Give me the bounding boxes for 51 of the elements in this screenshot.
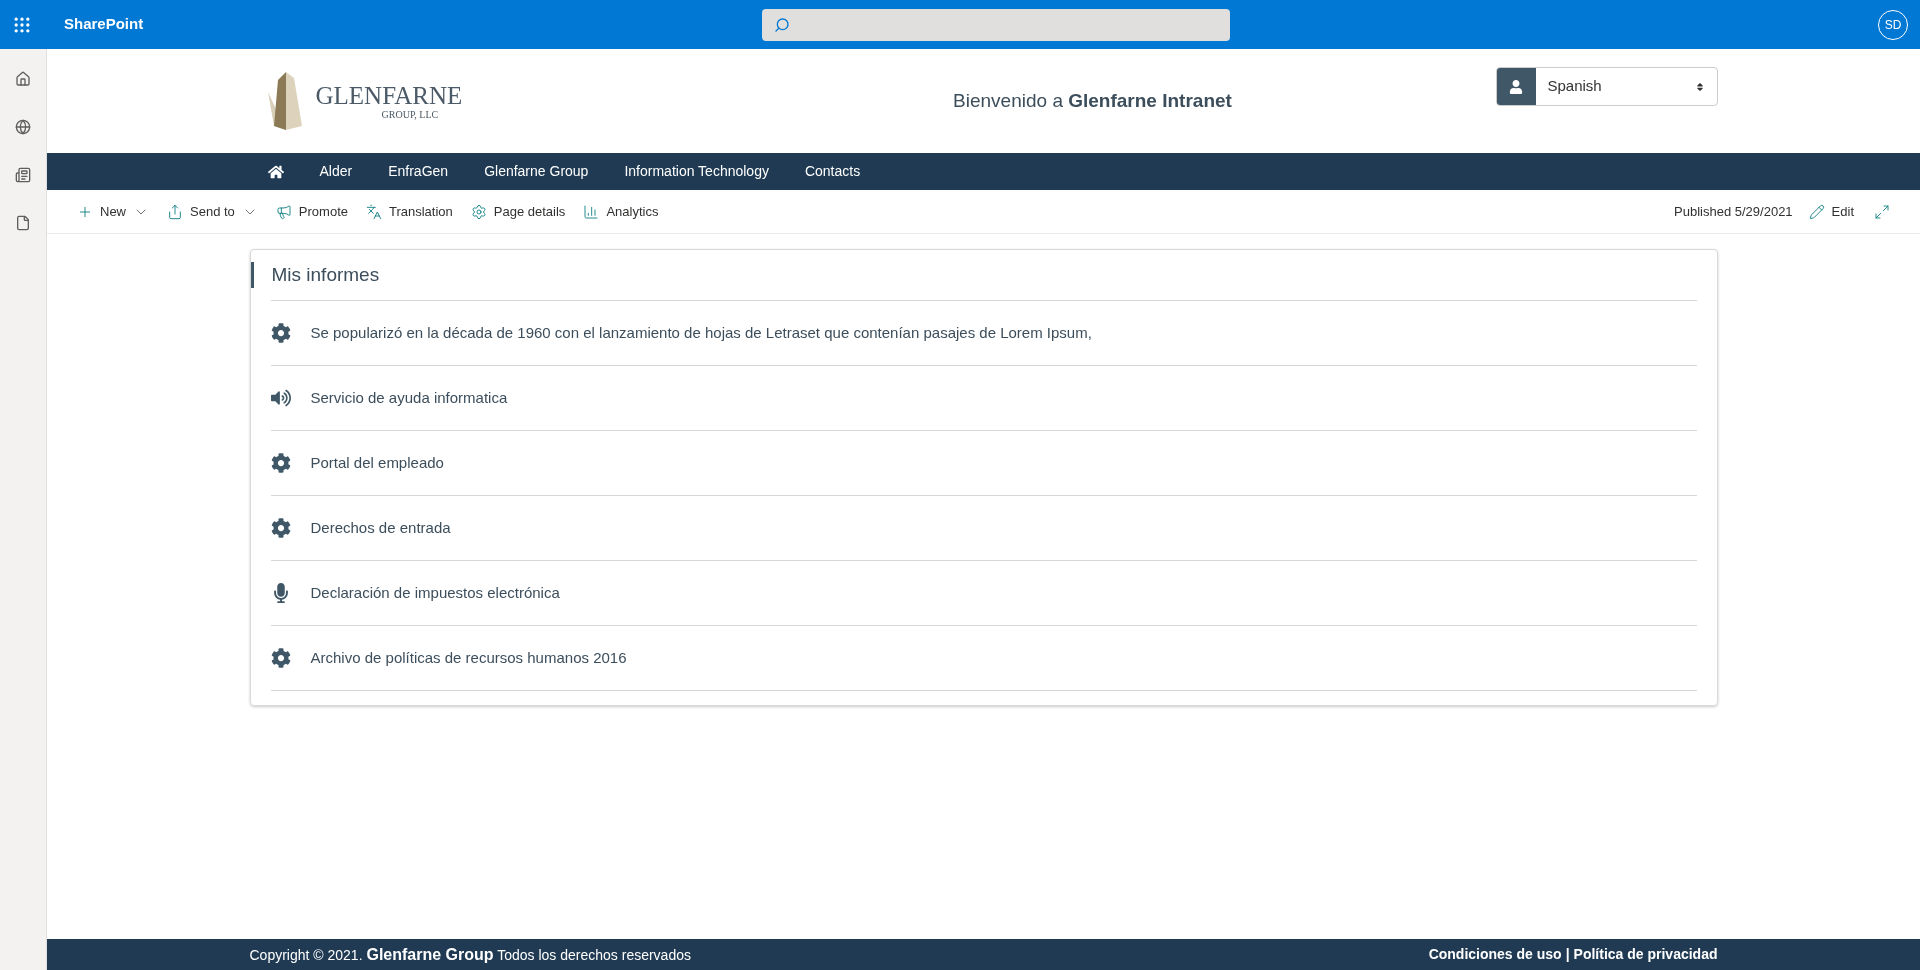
- gear-icon: [470, 203, 487, 220]
- chart-icon: [583, 203, 600, 220]
- gear-icon: [270, 323, 291, 343]
- gear-icon: [270, 518, 291, 538]
- report-link[interactable]: Se popularizó en la década de 1960 con el lanzamiento de hojas de Letraset que contenían pasajes de Lorem Ipsum,: [310, 321, 1092, 345]
- sort-arrows-icon: [1694, 81, 1705, 92]
- language-value: Spanish: [1547, 76, 1602, 97]
- card-title: Mis informes: [271, 262, 380, 287]
- home-icon[interactable]: [267, 163, 284, 180]
- pencil-icon: [1808, 203, 1825, 220]
- user-icon: [1509, 79, 1523, 94]
- copyright-text: Copyright © 2021. Glenfarne Group Todos los derechos reservados: [249, 944, 691, 965]
- nav-link[interactable]: Alder: [319, 161, 353, 182]
- speaker-icon: [270, 388, 291, 408]
- report-link[interactable]: Archivo de políticas de recursos humanos 2016: [310, 646, 627, 670]
- footer-link[interactable]: Condiciones de uso: [1428, 944, 1562, 965]
- report-link[interactable]: Portal del empleado: [310, 451, 444, 475]
- edit-button[interactable]: Edit: [1808, 201, 1854, 222]
- gear-icon: [270, 453, 291, 473]
- welcome-title: Bienvenido a Glenfarne Intranet: [953, 88, 1232, 113]
- search-icon: [773, 16, 790, 33]
- expand-icon[interactable]: [1874, 203, 1890, 220]
- nav-link[interactable]: Contacts: [804, 161, 861, 182]
- report-link[interactable]: Derechos de entrada: [310, 516, 451, 540]
- logo-name: GLENFARNE: [315, 82, 463, 108]
- page-icon[interactable]: [15, 215, 31, 231]
- command-button[interactable]: Send to: [167, 201, 258, 222]
- megaphone-icon: [275, 203, 292, 220]
- report-link[interactable]: Declaración de impuestos electrónica: [310, 581, 560, 605]
- translate-icon: [366, 203, 382, 220]
- command-button[interactable]: Translation: [366, 201, 453, 222]
- footer-link[interactable]: Política de privacidad: [1573, 944, 1718, 965]
- report-link[interactable]: Servicio de ayuda informatica: [310, 386, 508, 410]
- home-icon[interactable]: [15, 71, 31, 87]
- logo-subtitle: GROUP, LLC: [381, 109, 439, 120]
- gear-icon: [270, 648, 291, 668]
- share-icon: [167, 203, 183, 220]
- nav-link[interactable]: Information Technology: [624, 161, 769, 182]
- command-button[interactable]: Analytics: [583, 201, 659, 222]
- search-field[interactable]: [761, 8, 1230, 41]
- command-button[interactable]: Page details: [470, 201, 566, 222]
- globe-icon[interactable]: [15, 119, 31, 135]
- nav-link[interactable]: Glenfarne Group: [484, 161, 589, 182]
- app-name[interactable]: SharePoint: [64, 13, 144, 36]
- news-icon[interactable]: [15, 167, 31, 183]
- published-date: Published 5/29/2021: [1674, 202, 1793, 221]
- language-select[interactable]: Spanish: [1495, 67, 1718, 106]
- nav-link[interactable]: EnfraGen: [388, 161, 449, 182]
- link-separator: |: [1565, 945, 1570, 964]
- command-button[interactable]: Promote: [275, 201, 348, 222]
- command-button[interactable]: New: [77, 201, 149, 222]
